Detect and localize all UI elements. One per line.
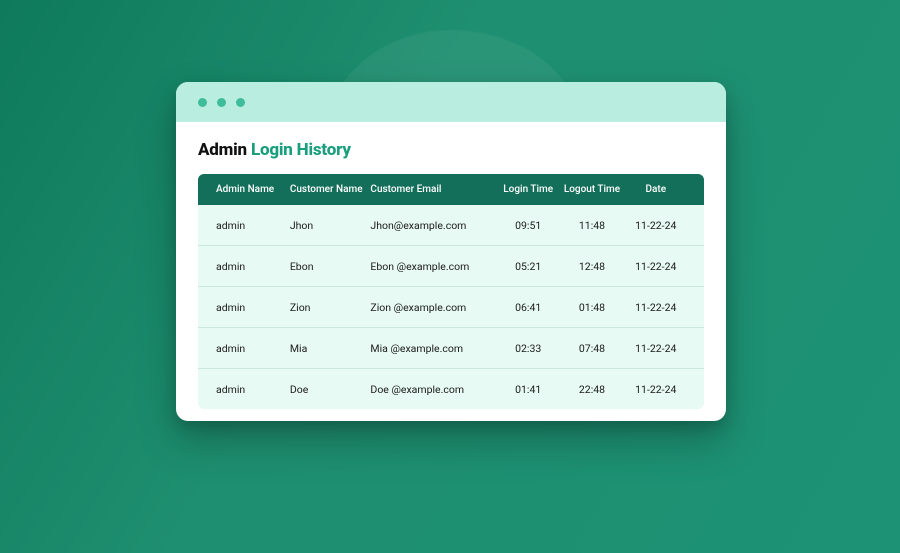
table-row: admin Ebon Ebon @example.com 05:21 12:48… — [198, 246, 704, 287]
cell-logout: 07:48 — [558, 342, 625, 355]
cell-logout: 01:48 — [558, 301, 625, 314]
cell-email: Doe @example.com — [370, 383, 498, 396]
table-row: admin Zion Zion @example.com 06:41 01:48… — [198, 287, 704, 328]
cell-customer: Doe — [290, 383, 371, 396]
table-row: admin Mia Mia @example.com 02:33 07:48 1… — [198, 328, 704, 369]
cell-customer: Mia — [290, 342, 371, 355]
page-title: Admin Login History — [198, 140, 704, 160]
cell-admin: admin — [216, 383, 290, 396]
cell-email: Ebon @example.com — [370, 260, 498, 273]
table-header-row: Admin Name Customer Name Customer Email … — [198, 174, 704, 205]
cell-date: 11-22-24 — [626, 383, 686, 396]
cell-login: 01:41 — [498, 383, 558, 396]
cell-logout: 11:48 — [558, 219, 625, 232]
page-title-main: Admin — [198, 140, 247, 160]
cell-login: 02:33 — [498, 342, 558, 355]
col-header-date: Date — [626, 184, 686, 195]
col-header-admin: Admin Name — [216, 184, 290, 195]
login-history-table: Admin Name Customer Name Customer Email … — [198, 174, 704, 409]
cell-email: Zion @example.com — [370, 301, 498, 314]
window-dot-2[interactable] — [217, 98, 226, 107]
col-header-customer: Customer Name — [290, 184, 371, 195]
app-window: Admin Login History Admin Name Customer … — [176, 82, 726, 421]
cell-customer: Zion — [290, 301, 371, 314]
cell-login: 09:51 — [498, 219, 558, 232]
cell-login: 06:41 — [498, 301, 558, 314]
content-area: Admin Login History Admin Name Customer … — [176, 122, 726, 421]
cell-logout: 22:48 — [558, 383, 625, 396]
cell-date: 11-22-24 — [626, 301, 686, 314]
cell-customer: Ebon — [290, 260, 371, 273]
col-header-email: Customer Email — [370, 184, 498, 195]
col-header-logout: Logout Time — [558, 184, 625, 195]
table-row: admin Doe Doe @example.com 01:41 22:48 1… — [198, 369, 704, 409]
cell-logout: 12:48 — [558, 260, 625, 273]
cell-date: 11-22-24 — [626, 219, 686, 232]
window-dot-3[interactable] — [236, 98, 245, 107]
cell-admin: admin — [216, 260, 290, 273]
cell-login: 05:21 — [498, 260, 558, 273]
col-header-login: Login Time — [498, 184, 558, 195]
cell-email: Jhon@example.com — [370, 219, 498, 232]
page-title-accent: Login History — [251, 140, 351, 160]
cell-email: Mia @example.com — [370, 342, 498, 355]
window-dot-1[interactable] — [198, 98, 207, 107]
cell-date: 11-22-24 — [626, 342, 686, 355]
cell-admin: admin — [216, 342, 290, 355]
window-titlebar — [176, 82, 726, 122]
table-row: admin Jhon Jhon@example.com 09:51 11:48 … — [198, 205, 704, 246]
cell-customer: Jhon — [290, 219, 371, 232]
cell-admin: admin — [216, 219, 290, 232]
cell-admin: admin — [216, 301, 290, 314]
cell-date: 11-22-24 — [626, 260, 686, 273]
